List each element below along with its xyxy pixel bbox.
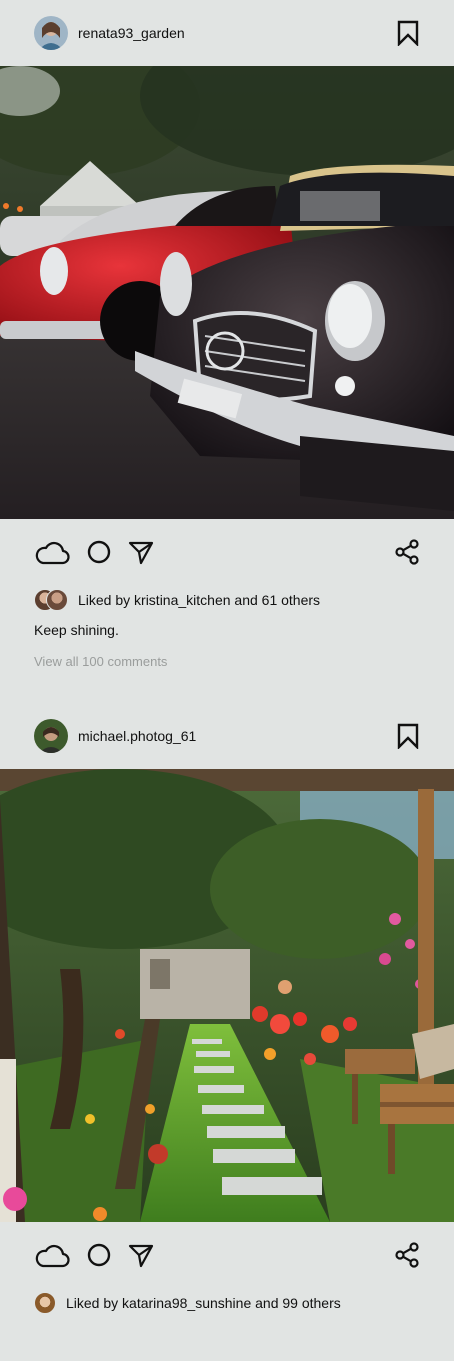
post-actions [0,1222,454,1288]
post-spacer [0,679,454,703]
post-caption: Keep shining. [34,622,119,638]
post-card: michael.photog_61 Liked by katarina98_su… [0,703,454,1318]
user-avatar[interactable] [34,719,68,753]
circle-icon[interactable] [86,539,112,565]
paper-plane-icon[interactable] [128,539,154,565]
avatar [34,1292,56,1314]
username[interactable]: michael.photog_61 [78,728,396,744]
post-card: renata93_garden Liked by kristina_kitche… [0,0,454,703]
bookmark-icon[interactable] [396,20,420,46]
post-actions [0,519,454,585]
feed: renata93_garden Liked by kristina_kitche… [0,0,454,1318]
view-comments-link[interactable]: View all 100 comments [0,645,454,679]
bookmark-icon[interactable] [396,723,420,749]
cloud-icon[interactable] [34,539,70,565]
post-header: renata93_garden [0,0,454,66]
cloud-icon[interactable] [34,1242,70,1268]
user-avatar[interactable] [34,16,68,50]
liker-avatars [34,1292,56,1314]
liker-avatars [34,589,68,611]
paper-plane-icon[interactable] [128,1242,154,1268]
post-header: michael.photog_61 [0,703,454,769]
circle-icon[interactable] [86,1242,112,1268]
share-icon[interactable] [394,1242,420,1268]
post-image[interactable] [0,66,454,519]
likes-row: Liked by kristina_kitchen and 61 others [0,585,454,615]
post-image[interactable] [0,769,454,1222]
avatar [46,589,68,611]
likes-text[interactable]: Liked by katarina98_sunshine and 99 othe… [66,1295,341,1311]
likes-row: Liked by katarina98_sunshine and 99 othe… [0,1288,454,1318]
likes-text[interactable]: Liked by kristina_kitchen and 61 others [78,592,320,608]
username[interactable]: renata93_garden [78,25,396,41]
share-icon[interactable] [394,539,420,565]
